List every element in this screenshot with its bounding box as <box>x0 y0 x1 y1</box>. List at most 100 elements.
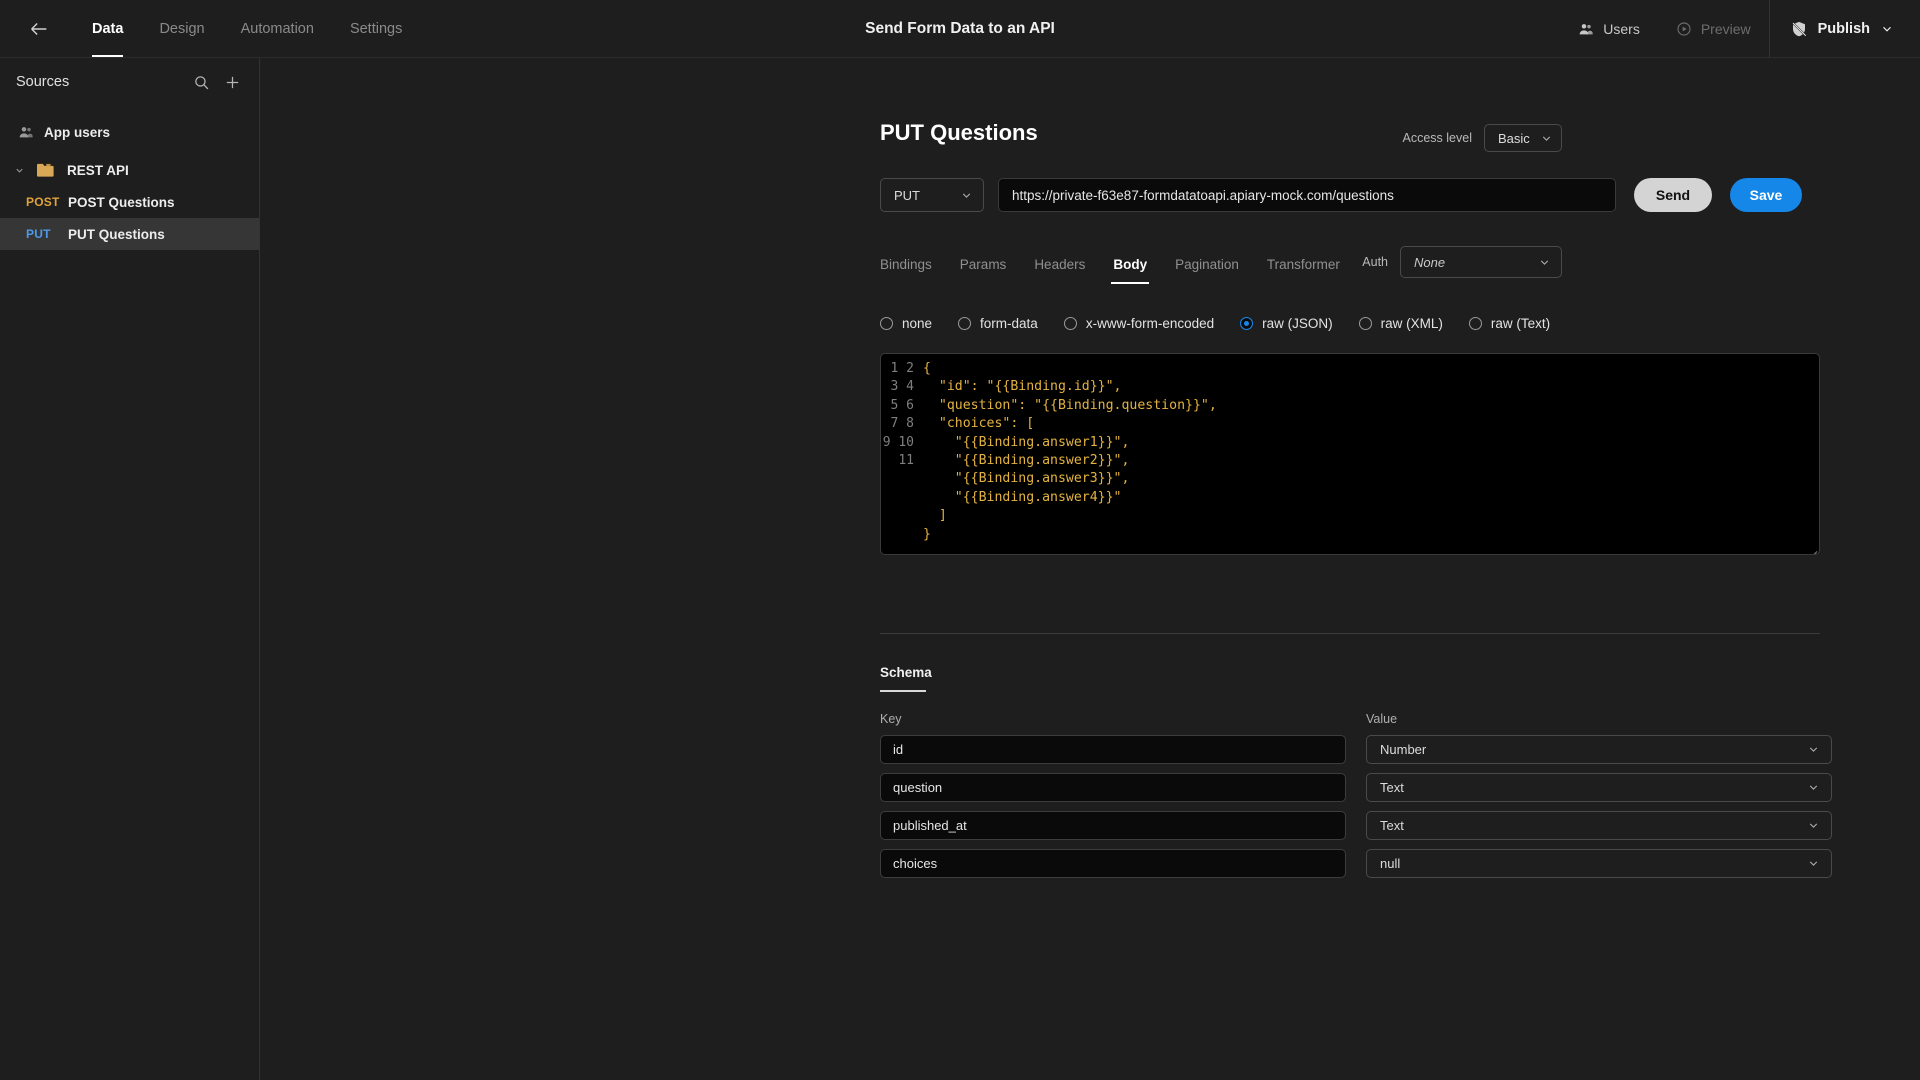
nav-tab-data[interactable]: Data <box>74 0 141 57</box>
search-icon[interactable] <box>193 74 210 91</box>
schema-value-select[interactable]: Text <box>1366 773 1832 802</box>
tab-headers[interactable]: Headers <box>1020 257 1099 284</box>
preview-label: Preview <box>1700 20 1751 37</box>
tab-pagination[interactable]: Pagination <box>1161 257 1253 284</box>
schema-key-value: choices <box>893 856 938 871</box>
body-type-none[interactable]: none <box>880 316 932 331</box>
users-button[interactable]: Users <box>1560 0 1658 57</box>
body-type-radio-group: none form-data x-www-form-encoded raw (J… <box>880 316 1920 331</box>
body-type-form-data[interactable]: form-data <box>958 316 1038 331</box>
editor-code[interactable]: { "id": "{{Binding.id}}", "question": "{… <box>923 360 1217 544</box>
http-method-select[interactable]: PUT <box>880 178 984 212</box>
body-type-x-www-form-encoded[interactable]: x-www-form-encoded <box>1063 316 1215 331</box>
publish-icon <box>1790 20 1808 38</box>
users-icon <box>1578 21 1594 37</box>
auth-select[interactable]: None <box>1400 246 1562 278</box>
nav-tab-data-label: Data <box>92 20 124 37</box>
plus-icon[interactable] <box>224 74 241 91</box>
access-level-label: Access level <box>1402 131 1472 145</box>
back-button[interactable] <box>22 12 56 46</box>
page-body: Sources App users REST API POST POST Que… <box>0 58 1920 1080</box>
schema-value-text: Number <box>1380 742 1427 757</box>
save-button[interactable]: Save <box>1730 178 1802 212</box>
sidebar-item-post-questions[interactable]: POST POST Questions <box>0 186 259 218</box>
send-label: Send <box>1655 187 1691 203</box>
body-type-raw-json[interactable]: raw (JSON) <box>1240 316 1333 331</box>
schema-key-input[interactable]: id <box>880 735 1346 764</box>
publish-button[interactable]: Publish <box>1770 0 1920 57</box>
section-divider <box>880 633 1820 634</box>
play-circle-icon <box>1676 21 1692 37</box>
schema-col-value: Value <box>1366 712 1398 726</box>
save-label: Save <box>1749 187 1783 203</box>
schema-key-input[interactable]: choices <box>880 849 1346 878</box>
tab-body[interactable]: Body <box>1099 257 1161 284</box>
radio-icon <box>1468 317 1482 330</box>
body-type-raw-text[interactable]: raw (Text) <box>1468 316 1551 331</box>
schema-value-text: Text <box>1380 818 1404 833</box>
sidebar-item-app-users-label: App users <box>44 124 111 140</box>
chevron-down-icon <box>1540 132 1553 145</box>
sidebar-item-put-questions[interactable]: PUT PUT Questions <box>0 218 259 250</box>
nav-tab-automation-label: Automation <box>240 20 314 37</box>
schema-value-select[interactable]: null <box>1366 849 1832 878</box>
radio-icon <box>958 317 972 330</box>
chevron-down-icon[interactable] <box>14 165 26 176</box>
page-title: PUT Questions <box>880 120 1038 145</box>
url-value: https://private-f63e87-formdatatoapi.api… <box>1012 187 1394 203</box>
schema-col-key: Key <box>880 712 902 726</box>
access-level-value: Basic <box>1498 130 1530 146</box>
body-type-raw-text-label: raw (Text) <box>1490 316 1551 331</box>
sidebar-item-app-users[interactable]: App users <box>0 116 259 148</box>
sidebar-item-rest-api[interactable]: REST API <box>0 154 259 186</box>
schema-value-select[interactable]: Text <box>1366 811 1832 840</box>
arrow-left-icon <box>28 18 50 40</box>
url-input[interactable]: https://private-f63e87-formdatatoapi.api… <box>998 178 1616 212</box>
http-method-value: PUT <box>894 187 920 203</box>
tab-transformer-label: Transformer <box>1266 257 1340 272</box>
schema-key-input[interactable]: question <box>880 773 1346 802</box>
body-type-raw-xml-label: raw (XML) <box>1380 316 1443 331</box>
tab-transformer[interactable]: Transformer <box>1253 257 1354 284</box>
schema-key-value: question <box>893 780 943 795</box>
sources-sidebar: Sources App users REST API POST POST Que… <box>0 58 260 1080</box>
url-row: PUT https://private-f63e87-formdatatoapi… <box>880 178 1920 212</box>
access-level-select[interactable]: Basic <box>1484 124 1562 152</box>
request-tabs: Bindings Params Headers Body Pagination … <box>880 246 1920 284</box>
nav-tab-automation[interactable]: Automation <box>223 0 332 57</box>
top-bar-actions: Users Preview Publish <box>1560 0 1920 58</box>
nav-tab-design[interactable]: Design <box>141 0 222 57</box>
body-code-editor[interactable]: 1 2 3 4 5 6 7 8 9 10 11 { "id": "{{Bindi… <box>880 353 1820 555</box>
schema-title: Schema <box>880 665 932 680</box>
auth-value: None <box>1414 254 1446 270</box>
schema-row: published_at Text <box>880 811 1920 840</box>
tab-params[interactable]: Params <box>946 257 1021 284</box>
schema-value-select[interactable]: Number <box>1366 735 1832 764</box>
body-type-raw-xml[interactable]: raw (XML) <box>1358 316 1443 331</box>
schema-underline <box>880 690 926 692</box>
schema-value-text: Text <box>1380 780 1404 795</box>
tab-bindings-label: Bindings <box>880 257 932 272</box>
chevron-down-icon <box>1807 781 1820 794</box>
auth-label: Auth <box>1362 255 1388 269</box>
schema-row: id Number <box>880 735 1920 764</box>
top-bar: Data Design Automation Settings Send For… <box>0 0 1920 58</box>
radio-icon <box>1358 317 1372 330</box>
schema-column-headers: Key Value <box>880 712 1920 726</box>
schema-key-value: published_at <box>893 818 967 833</box>
editor-resize-handle[interactable] <box>1805 540 1818 554</box>
chevron-down-icon <box>1538 256 1551 269</box>
method-badge-post: POST <box>26 195 60 209</box>
request-header: PUT Questions Access level Basic <box>880 120 1920 152</box>
send-button[interactable]: Send <box>1634 178 1712 212</box>
body-type-x-www-form-encoded-label: x-www-form-encoded <box>1085 316 1215 331</box>
tab-bindings[interactable]: Bindings <box>880 257 946 284</box>
schema-key-value: id <box>893 742 904 757</box>
auth-control: Auth None <box>1362 246 1562 284</box>
nav-tab-settings[interactable]: Settings <box>332 0 420 57</box>
sources-title: Sources <box>16 74 70 90</box>
preview-button[interactable]: Preview <box>1658 0 1769 57</box>
schema-key-input[interactable]: published_at <box>880 811 1346 840</box>
app-users-icon <box>18 124 34 140</box>
radio-icon <box>1063 317 1077 330</box>
